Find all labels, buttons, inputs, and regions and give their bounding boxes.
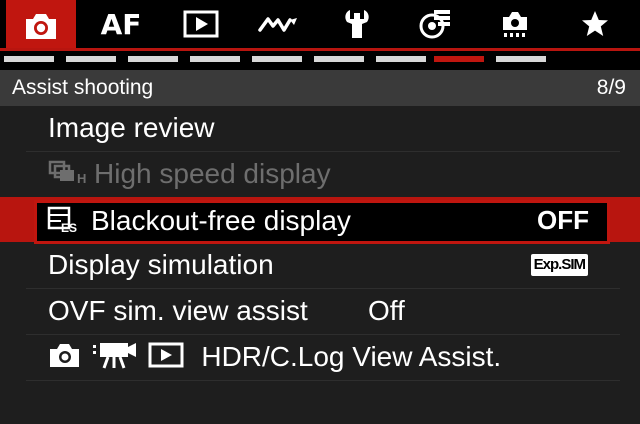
menu-item-value: Off	[368, 295, 405, 326]
tab-my-menu[interactable]	[560, 0, 630, 48]
svg-text:ES: ES	[61, 221, 77, 233]
star-icon	[580, 9, 610, 39]
section-header: Assist shooting 8/9	[0, 70, 640, 106]
play-icon	[148, 341, 184, 376]
menu-item-ovf-sim-view-assist[interactable]: OVF sim. view assist Off	[26, 289, 620, 335]
tab-underline	[0, 48, 640, 51]
menu-item-label: OVF sim. view assist	[48, 295, 308, 326]
menu-item-blackout-free-display[interactable]: ES Blackout-free display OFF	[34, 200, 610, 244]
tab-my-menu-camera[interactable]	[480, 0, 550, 48]
tab-custom-functions[interactable]	[400, 0, 470, 48]
menu-item-value: OFF	[537, 205, 589, 235]
play-icon	[183, 10, 219, 38]
tab-bar: AF	[0, 0, 640, 56]
high-speed-continuous-icon: H	[48, 159, 92, 192]
movie-camera-icon	[92, 341, 138, 376]
exposure-simulation-badge: Exp.SIM	[530, 254, 588, 276]
menu-item-label: Image review	[48, 112, 215, 143]
svg-text:H: H	[77, 171, 86, 185]
tab-shooting[interactable]	[6, 0, 76, 51]
page-dash[interactable]	[190, 56, 240, 62]
page-dash[interactable]	[4, 56, 54, 62]
tab-af[interactable]: AF	[86, 0, 156, 48]
menu-item-label-wrap: H High speed display	[48, 158, 331, 192]
page-dash[interactable]	[252, 56, 302, 62]
tab-af-label: AF	[100, 7, 142, 41]
page-dash[interactable]	[376, 56, 426, 62]
page-dash[interactable]	[496, 56, 546, 62]
wireless-icon	[257, 12, 301, 36]
page-dash[interactable]	[128, 56, 178, 62]
menu-item-image-review[interactable]: Image review	[26, 106, 620, 152]
menu-item-high-speed-display[interactable]: H High speed display	[26, 152, 620, 198]
custom-functions-icon	[418, 8, 452, 40]
page-number: 8/9	[596, 76, 626, 99]
tab-setup[interactable]	[322, 0, 392, 48]
menu-item-display-simulation[interactable]: Display simulation Exp.SIM	[26, 243, 620, 289]
menu-item-label-wrap: ES Blackout-free display	[47, 205, 351, 240]
electronic-shutter-icon: ES	[47, 205, 89, 240]
page-dash-current[interactable]	[434, 56, 484, 62]
tab-playback[interactable]	[166, 0, 236, 48]
page-dash[interactable]	[314, 56, 364, 62]
camera-settings-icon	[498, 8, 532, 40]
menu-item-label-wrap: HDR/C.Log View Assist.	[48, 341, 501, 376]
menu-item-label: HDR/C.Log View Assist.	[201, 341, 502, 372]
section-title: Assist shooting	[12, 76, 154, 99]
camera-icon	[48, 341, 82, 376]
wrench-icon	[342, 8, 372, 40]
menu-item-label: Blackout-free display	[91, 205, 351, 236]
menu-list: Image review H High speed display ES Bla…	[0, 106, 640, 424]
page-indicator	[0, 56, 640, 66]
menu-item-label: Display simulation	[48, 249, 274, 280]
menu-item-hdr-clog-view-assist[interactable]: HDR/C.Log View Assist.	[26, 335, 620, 381]
menu-item-label: High speed display	[94, 158, 331, 189]
page-dash[interactable]	[66, 56, 116, 62]
tab-wireless[interactable]	[244, 0, 314, 48]
camera-icon	[22, 11, 60, 41]
